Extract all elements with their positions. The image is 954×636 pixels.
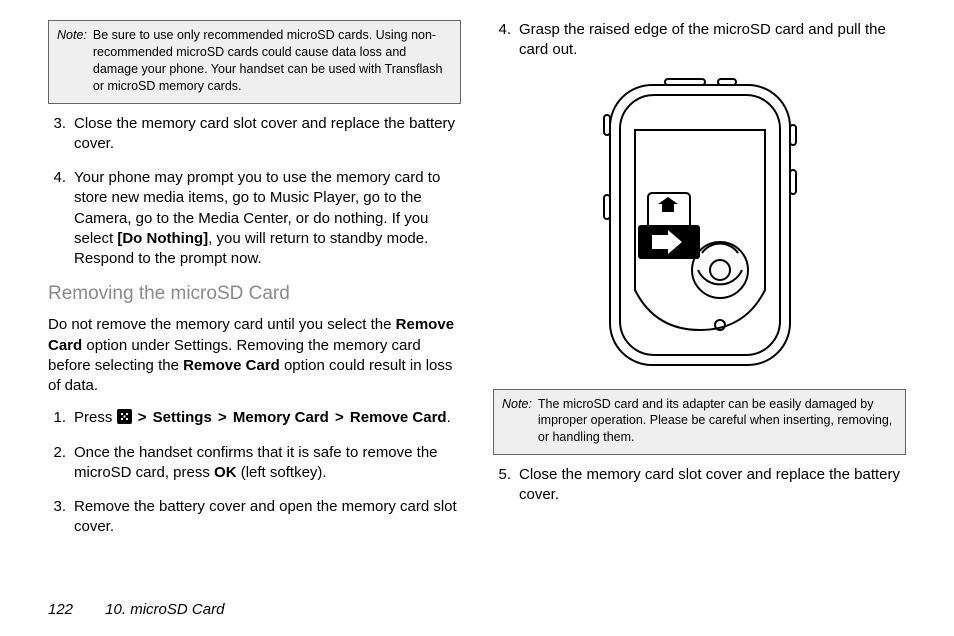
ok-label: OK bbox=[214, 464, 237, 481]
step-text: Your phone may prompt you to use the mem… bbox=[74, 168, 461, 269]
install-steps-continued: 3. Close the memory card slot cover and … bbox=[48, 114, 461, 270]
footer-title: 10. microSD Card bbox=[105, 601, 224, 618]
removing-steps-final: 5. Close the memory card slot cover and … bbox=[493, 465, 906, 506]
step-text: Grasp the raised edge of the microSD car… bbox=[519, 20, 906, 61]
removing-steps: 1. Press > Settings > Memory Card > Remo… bbox=[48, 408, 461, 537]
step-3: 3. Close the memory card slot cover and … bbox=[48, 114, 461, 155]
memory-card-label: Memory Card bbox=[233, 409, 329, 426]
step-number: 2. bbox=[48, 443, 74, 484]
note-label: Note: bbox=[502, 396, 532, 447]
note-text: Be sure to use only recommended microSD … bbox=[93, 27, 452, 95]
settings-label: Settings bbox=[153, 409, 212, 426]
step-number: 3. bbox=[48, 114, 74, 155]
step-text: Remove the battery cover and open the me… bbox=[74, 497, 461, 538]
step-number: 5. bbox=[493, 465, 519, 506]
menu-icon bbox=[117, 409, 132, 424]
note-label: Note: bbox=[57, 27, 87, 95]
breadcrumb-separator: > bbox=[333, 409, 346, 426]
step-number: 4. bbox=[48, 168, 74, 269]
removing-steps-continued: 4. Grasp the raised edge of the microSD … bbox=[493, 20, 906, 61]
remove-step-3: 3. Remove the battery cover and open the… bbox=[48, 497, 461, 538]
step-text: Once the handset confirms that it is saf… bbox=[74, 443, 461, 484]
step-text: Press > Settings > Memory Card > Remove … bbox=[74, 408, 461, 428]
section-heading-removing: Removing the microSD Card bbox=[48, 283, 461, 305]
breadcrumb-separator: > bbox=[136, 409, 149, 426]
note-text: The microSD card and its adapter can be … bbox=[538, 396, 897, 447]
left-column: Note: Be sure to use only recommended mi… bbox=[48, 20, 461, 560]
step-text: Close the memory card slot cover and rep… bbox=[519, 465, 906, 506]
do-nothing-label: [Do Nothing] bbox=[117, 230, 208, 247]
step-text: Close the memory card slot cover and rep… bbox=[74, 114, 461, 155]
step-number: 1. bbox=[48, 408, 74, 428]
step-number: 3. bbox=[48, 497, 74, 538]
step-number: 4. bbox=[493, 20, 519, 61]
page-footer: 122 10. microSD Card bbox=[48, 601, 224, 618]
right-column: 4. Grasp the raised edge of the microSD … bbox=[493, 20, 906, 560]
remove-step-1: 1. Press > Settings > Memory Card > Remo… bbox=[48, 408, 461, 428]
remove-step-4: 4. Grasp the raised edge of the microSD … bbox=[493, 20, 906, 61]
step-4: 4. Your phone may prompt you to use the … bbox=[48, 168, 461, 269]
page-number: 122 bbox=[48, 601, 73, 618]
note-box-2: Note: The microSD card and its adapter c… bbox=[493, 389, 906, 456]
breadcrumb-separator: > bbox=[216, 409, 229, 426]
remove-step-2: 2. Once the handset confirms that it is … bbox=[48, 443, 461, 484]
removing-intro-paragraph: Do not remove the memory card until you … bbox=[48, 315, 461, 396]
note-box-1: Note: Be sure to use only recommended mi… bbox=[48, 20, 461, 104]
remove-card-label: Remove Card bbox=[350, 409, 447, 426]
remove-step-5: 5. Close the memory card slot cover and … bbox=[493, 465, 906, 506]
phone-back-illustration bbox=[590, 75, 810, 375]
